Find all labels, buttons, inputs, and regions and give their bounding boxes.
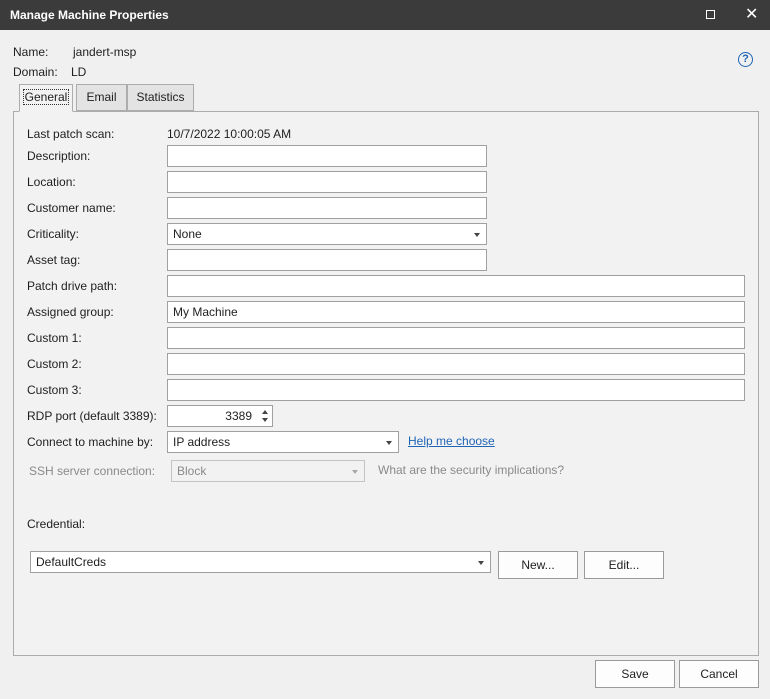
connect-by-label: Connect to machine by: xyxy=(27,435,154,449)
customer-name-label: Customer name: xyxy=(27,201,116,215)
spin-down-icon[interactable] xyxy=(262,418,268,422)
patch-drive-path-field[interactable] xyxy=(167,275,745,297)
criticality-label: Criticality: xyxy=(27,227,80,241)
description-label: Description: xyxy=(27,149,91,163)
tab-general-label: General xyxy=(22,89,70,105)
asset-tag-label: Asset tag: xyxy=(27,253,81,267)
close-button[interactable]: ✕ xyxy=(730,0,770,30)
maximize-button[interactable] xyxy=(690,0,730,30)
customer-name-field[interactable] xyxy=(167,197,487,219)
tab-email[interactable]: Email xyxy=(76,84,127,111)
credential-value: DefaultCreds xyxy=(36,555,107,569)
domain-value: LD xyxy=(71,65,87,79)
rdp-port-value: 3389 xyxy=(225,409,252,423)
criticality-dropdown[interactable]: None xyxy=(167,223,487,245)
assigned-group-label: Assigned group: xyxy=(27,305,114,319)
credential-label: Credential: xyxy=(27,517,86,531)
chevron-down-icon xyxy=(474,233,480,237)
location-field[interactable] xyxy=(167,171,487,193)
title-bar: Manage Machine Properties ✕ xyxy=(0,0,770,30)
chevron-down-icon xyxy=(352,470,358,474)
rdp-port-stepper[interactable]: 3389 xyxy=(167,405,273,427)
rdp-port-label: RDP port (default 3389): xyxy=(27,409,157,423)
ssh-value: Block xyxy=(177,464,207,478)
ssh-label: SSH server connection: xyxy=(29,464,156,478)
custom3-label: Custom 3: xyxy=(27,383,82,397)
credential-dropdown[interactable]: DefaultCreds xyxy=(30,551,491,573)
help-glyph: ? xyxy=(742,53,749,65)
last-patch-scan-label: Last patch scan: xyxy=(27,127,115,141)
criticality-value: None xyxy=(173,227,202,241)
cancel-button[interactable]: Cancel xyxy=(679,660,759,688)
tab-statistics[interactable]: Statistics xyxy=(127,84,194,111)
custom2-label: Custom 2: xyxy=(27,357,82,371)
tab-email-label: Email xyxy=(86,90,117,104)
chevron-down-icon xyxy=(478,561,484,565)
name-label: Name: xyxy=(13,45,49,59)
custom2-field[interactable] xyxy=(167,353,745,375)
custom1-label: Custom 1: xyxy=(27,331,82,345)
help-icon[interactable]: ? xyxy=(738,52,753,67)
custom1-field[interactable] xyxy=(167,327,745,349)
patch-drive-path-label: Patch drive path: xyxy=(27,279,118,293)
tab-statistics-label: Statistics xyxy=(136,90,185,104)
edit-credential-button[interactable]: Edit... xyxy=(584,551,664,579)
ssh-dropdown[interactable]: Block xyxy=(171,460,365,482)
security-note: What are the security implications? xyxy=(378,463,565,477)
tab-general[interactable]: General xyxy=(19,84,73,112)
connect-by-value: IP address xyxy=(173,435,231,449)
window-title: Manage Machine Properties xyxy=(10,8,169,22)
close-icon: ✕ xyxy=(745,6,759,23)
location-label: Location: xyxy=(27,175,76,189)
asset-tag-field[interactable] xyxy=(167,249,487,271)
chevron-down-icon xyxy=(386,441,392,445)
description-field[interactable] xyxy=(167,145,487,167)
new-credential-button[interactable]: New... xyxy=(498,551,578,579)
save-button[interactable]: Save xyxy=(595,660,675,688)
custom3-field[interactable] xyxy=(167,379,745,401)
last-patch-scan-value: 10/7/2022 10:00:05 AM xyxy=(167,127,292,141)
assigned-group-field[interactable]: My Machine xyxy=(167,301,745,323)
spin-up-icon[interactable] xyxy=(262,410,268,414)
help-me-choose-link[interactable]: Help me choose xyxy=(408,434,495,448)
maximize-icon xyxy=(706,10,715,19)
name-value: jandert-msp xyxy=(73,45,137,59)
domain-label: Domain: xyxy=(13,65,58,79)
connect-by-dropdown[interactable]: IP address xyxy=(167,431,399,453)
